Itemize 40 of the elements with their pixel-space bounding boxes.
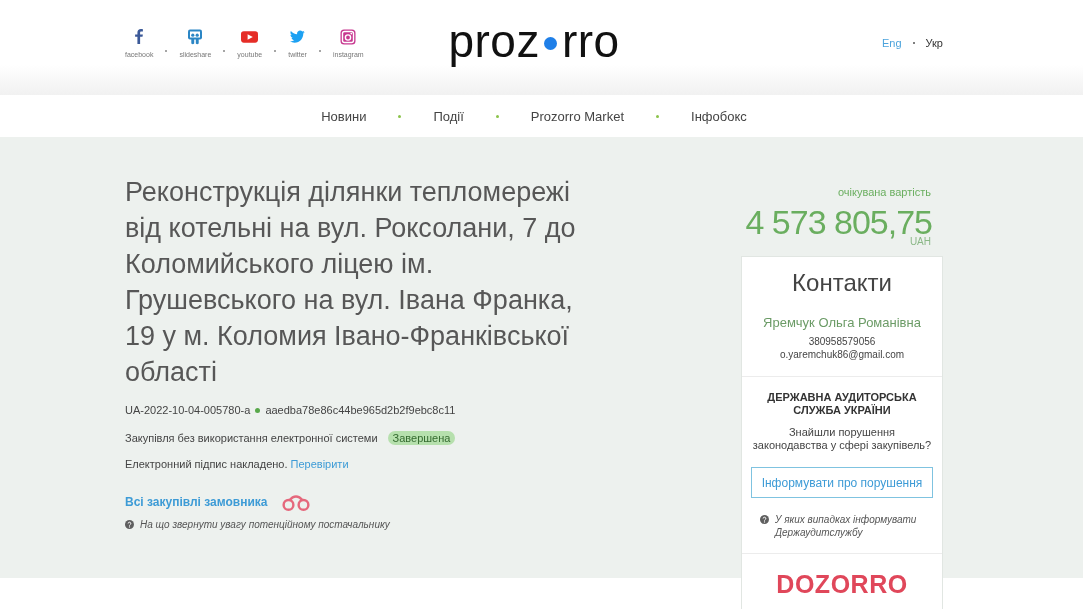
- procedure-type: Закупівля без використання електронної системи: [125, 431, 378, 445]
- help-icon: [760, 515, 769, 524]
- dot-icon: [255, 407, 261, 413]
- dozorro-logo[interactable]: DOZORRO: [776, 570, 908, 598]
- signature-text: Електронний підпис накладено. Перевірити: [125, 457, 350, 471]
- help-icon: [125, 520, 134, 529]
- audit-hint-link[interactable]: У яких випадках інформувати Держаудитслужбу: [775, 513, 933, 539]
- tender-hash: aaedba78e86c44be965d2b2f9ebc8c11: [265, 403, 456, 417]
- verify-link[interactable]: Перевірити: [290, 458, 349, 470]
- tender-id: UA-2022-10-04-005780-a: [125, 403, 251, 417]
- camera-icon: [340, 29, 357, 45]
- nav-link[interactable]: Prozorro Market: [530, 108, 625, 124]
- contact-email: o.yaremchuk86@gmail.com: [778, 348, 906, 361]
- nav-link[interactable]: Новини: [321, 108, 367, 124]
- slides-icon: [187, 29, 204, 45]
- audit-question: Знайшли порушення законодавства у сфері закупівель?: [751, 426, 933, 452]
- nav-link[interactable]: Інфобокс: [691, 108, 747, 124]
- contacts-title: Контакти: [791, 268, 893, 298]
- value-currency: UAH: [909, 236, 931, 248]
- separator-dot-icon: [398, 114, 402, 118]
- handcuffs-icon: [281, 495, 312, 511]
- nav-link[interactable]: Події: [433, 108, 464, 124]
- value-label: очікувана вартість: [836, 185, 932, 199]
- audit-title: ДЕРЖАВНА АУДИТОРСЬКА СЛУЖБА УКРАЇНИ: [766, 391, 918, 417]
- customer-tenders-link[interactable]: Всі закупівлі замовника: [125, 494, 268, 510]
- contact-name: Яремчук Ольга Романівна: [762, 314, 922, 332]
- separator-dot-icon: [495, 114, 499, 118]
- dot-icon: [543, 36, 557, 50]
- bird-icon: [290, 30, 306, 43]
- letter-f-icon: [135, 29, 144, 44]
- logo-link[interactable]: proz rro: [448, 16, 620, 66]
- contact-phone: 380958579056: [807, 335, 877, 348]
- report-violation-button[interactable]: Інформувати про порушення: [751, 467, 933, 498]
- language-link[interactable]: Eng: [882, 37, 902, 49]
- tender-title: Реконструкція ділянки тепломережі від котельні на вул. Роксолани, 7 до Коломийського ліцею ім. Грушевського на вул. Івана Франка, 19 у м. Коломия Івано-Франківської області: [125, 176, 577, 389]
- play-icon: [241, 31, 259, 43]
- supplier-hint-link[interactable]: На що звернути увагу потенційному постачальнику: [140, 518, 390, 531]
- separator-dot-icon: [656, 114, 660, 118]
- status-tag: Завершена: [387, 431, 456, 445]
- language-link[interactable]: Укр: [925, 37, 943, 49]
